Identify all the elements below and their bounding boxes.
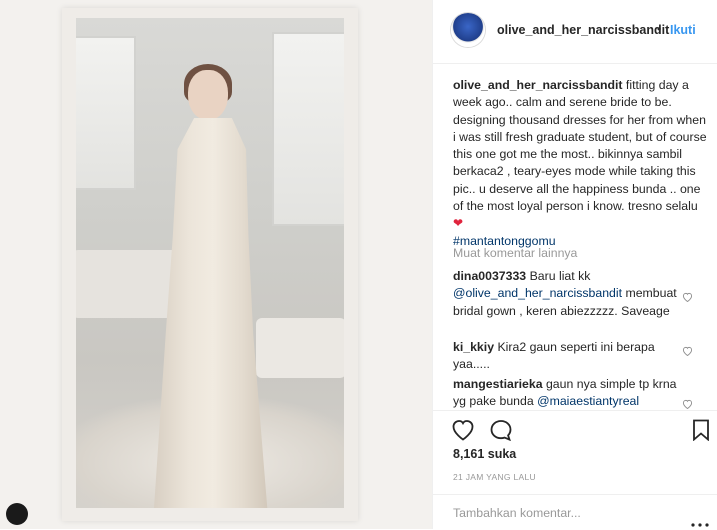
follow-button[interactable]: Ikuti	[670, 23, 696, 37]
polaroid-frame	[62, 8, 358, 521]
red-heart-icon: ❤	[453, 216, 464, 231]
comment-box	[433, 494, 717, 530]
post-sidebar: olive_and_her_narcissbandit • Ikuti oliv…	[432, 0, 717, 529]
post-caption: olive_and_her_narcissbandit fitting day …	[453, 77, 711, 250]
caption-text: fitting day a week ago.. calm and serene…	[453, 78, 707, 214]
bride-dress	[154, 118, 268, 508]
corner-badge	[6, 503, 28, 525]
bookmark-icon[interactable]	[692, 419, 710, 445]
comment-mention[interactable]: @olive_and_her_narcissbandit	[453, 286, 622, 300]
like-count[interactable]: 8,161 suka	[453, 447, 516, 461]
comment-bubble-icon[interactable]	[489, 419, 513, 445]
comment-author[interactable]: mangestiarieka	[453, 377, 543, 391]
post-header: olive_and_her_narcissbandit • Ikuti	[433, 0, 717, 64]
window-left	[76, 36, 136, 190]
window-right	[272, 32, 344, 226]
comment-author[interactable]: ki_kkiy	[453, 340, 494, 354]
comment-mention[interactable]: @maiaestiantyreal	[537, 394, 639, 408]
heart-outline-icon[interactable]	[451, 419, 475, 445]
post-timestamp: 21 JAM YANG LALU	[453, 472, 536, 482]
post-photo	[76, 18, 344, 508]
comment-input[interactable]	[453, 504, 673, 522]
caption-author[interactable]: olive_and_her_narcissbandit	[453, 78, 623, 92]
more-dots-icon[interactable]	[691, 523, 709, 527]
comment-author[interactable]: dina0037333	[453, 269, 526, 283]
small-heart-icon[interactable]	[682, 291, 693, 305]
avatar[interactable]	[451, 13, 485, 47]
action-bar	[433, 410, 717, 447]
small-heart-icon[interactable]	[682, 345, 693, 359]
post-image-panel[interactable]	[0, 0, 432, 529]
comment-item: ki_kkiy Kira2 gaun seperti ini berapa ya…	[453, 339, 683, 374]
comment-item: dina0037333 Baru liat kk @olive_and_her_…	[453, 268, 683, 320]
comment-item: mangestiarieka gaun nya simple tp krna y…	[453, 376, 683, 411]
header-username[interactable]: olive_and_her_narcissbandit	[497, 23, 669, 37]
bride-face	[188, 70, 228, 120]
load-more-comments[interactable]: Muat komentar lainnya	[453, 246, 577, 260]
chair	[256, 318, 344, 378]
comment-text: Baru liat kk	[526, 269, 591, 283]
header-separator: •	[657, 22, 662, 36]
